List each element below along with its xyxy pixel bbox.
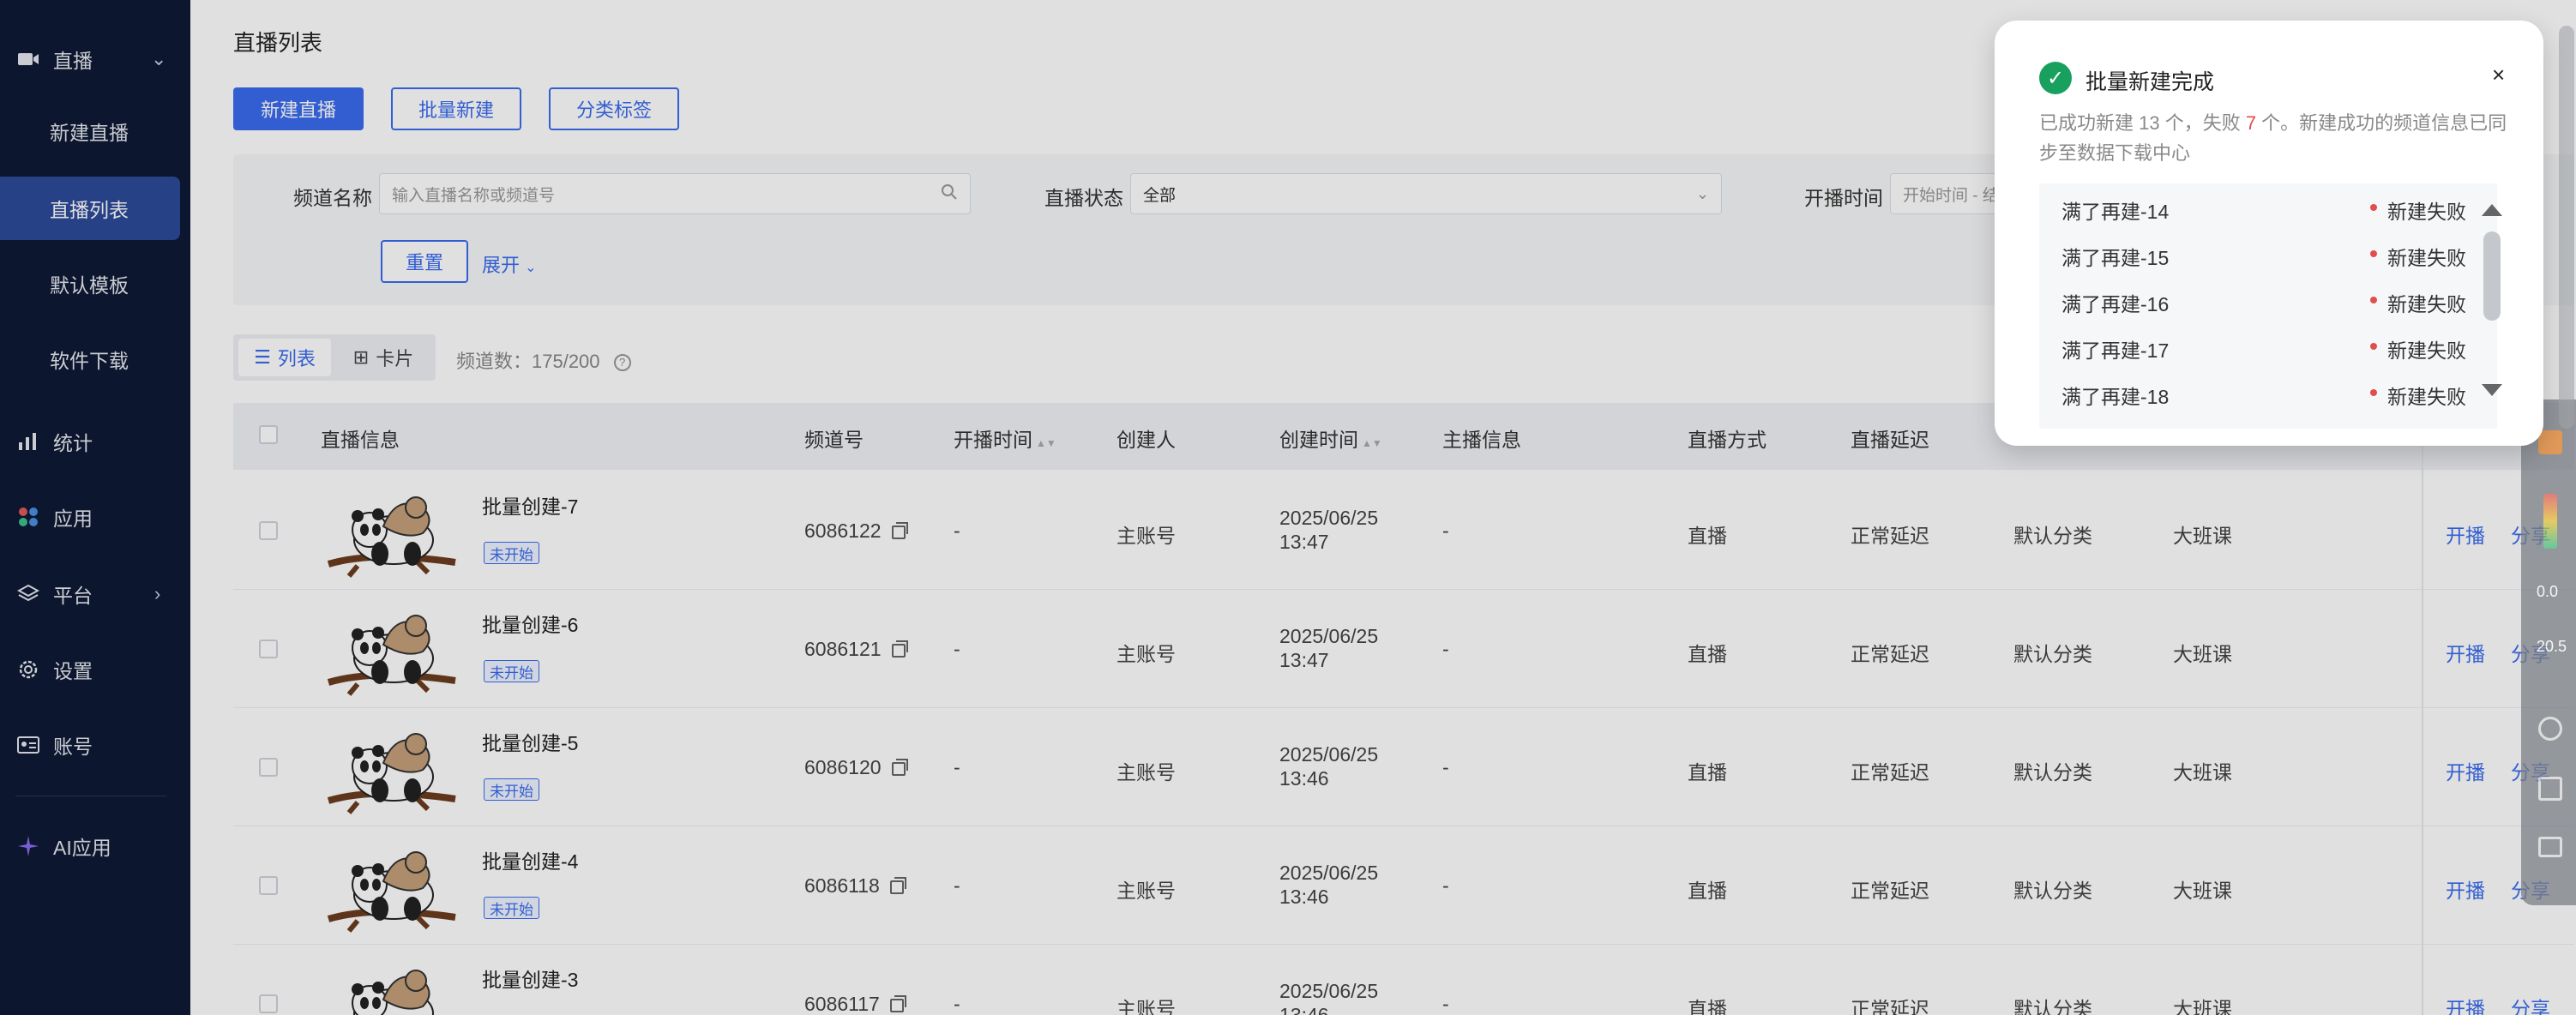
success-check-icon: ✓ [2039,62,2072,94]
failure-list-scrollbar[interactable] [2483,231,2501,321]
upload-speed: 0.0 [2537,583,2559,600]
failure-list-item: 满了再建-18 新建失败 [2039,369,2497,415]
failure-list-item: 满了再建-14 新建失败 [2039,183,2497,230]
crop-icon[interactable] [2538,777,2562,801]
image-search-icon[interactable] [2538,837,2562,857]
error-dot-icon [2370,297,2377,303]
failure-item-status: 新建失败 [2387,386,2466,408]
failure-item-status: 新建失败 [2387,293,2466,315]
scroll-up-arrow-icon[interactable] [2482,204,2502,216]
failure-item-status: 新建失败 [2387,339,2466,362]
meter-icon [2543,494,2557,549]
failure-item-name: 满了再建-15 [2061,247,2170,269]
failure-list-item: 满了再建-17 新建失败 [2039,322,2497,369]
fail-count: 7 [2245,112,2257,134]
failure-list-item: 满了再建-15 新建失败 [2039,230,2497,276]
notification-description: 已成功新建 13 个，失败 7 个。新建成功的频道信息已同步至数据下载中心 [2039,108,2519,168]
desc-prefix: 已成功新建 13 个，失败 [2039,112,2246,134]
notification-title: 批量新建完成 [2085,70,2215,94]
batch-result-notification: ✓ 批量新建完成 × 已成功新建 13 个，失败 7 个。新建成功的频道信息已同… [1995,21,2543,446]
floating-toolbar[interactable]: 0.0 20.5 [2521,399,2576,905]
scroll-down-arrow-icon[interactable] [2482,384,2502,396]
badge-icon [2538,430,2562,454]
failure-item-name: 满了再建-16 [2061,293,2170,315]
failure-item-name: 满了再建-14 [2061,201,2170,223]
error-dot-icon [2370,389,2377,396]
error-dot-icon [2370,343,2377,350]
failure-item-name: 满了再建-18 [2061,386,2170,408]
swirl-icon[interactable] [2538,717,2562,741]
page-scrollbar[interactable] [2559,26,2574,429]
error-dot-icon [2370,250,2377,257]
failure-list-item: 满了再建-16 新建失败 [2039,276,2497,322]
app-root: 直播 ⌄ 新建直播 直播列表 默认模板 软件下载 统计 应用 平台 › 设置 账… [0,0,2576,1015]
failure-list[interactable]: 满了再建-14 新建失败 满了再建-15 新建失败 满了再建-16 新建失败 满了再建-17… [2039,183,2497,429]
failure-item-status: 新建失败 [2387,247,2466,269]
download-speed: 20.5 [2537,638,2567,655]
failure-item-status: 新建失败 [2387,201,2466,223]
failure-item-name: 满了再建-17 [2061,339,2170,362]
close-icon[interactable]: × [2492,62,2505,88]
error-dot-icon [2370,204,2377,211]
